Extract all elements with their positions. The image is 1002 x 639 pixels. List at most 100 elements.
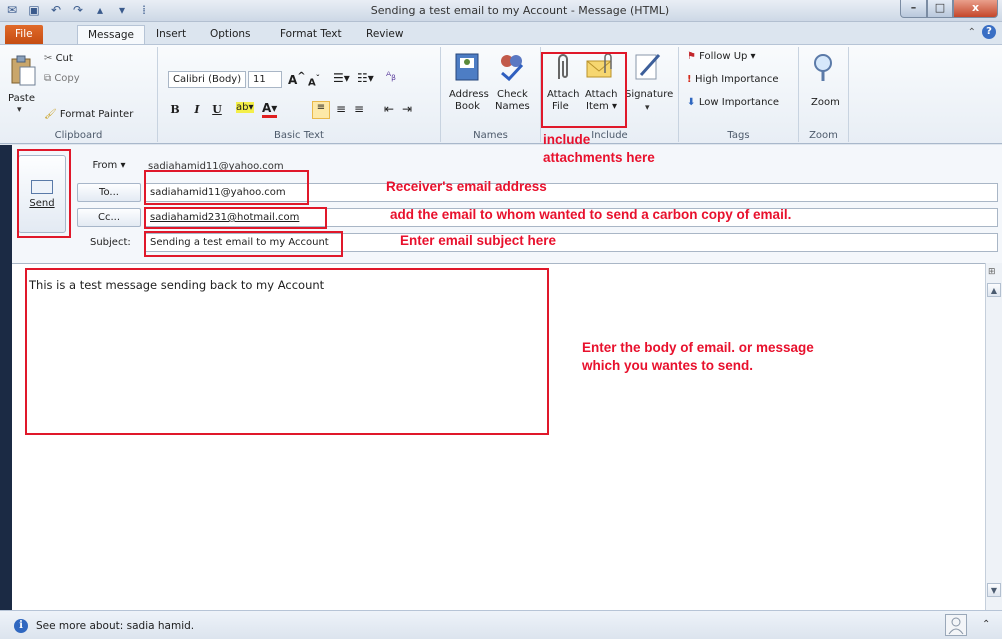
expand-people-pane-icon[interactable]: ⌃ bbox=[982, 619, 990, 630]
font-size-select[interactable]: 11 bbox=[248, 71, 282, 88]
tab-review[interactable]: Review bbox=[356, 25, 413, 44]
customize-qat-icon[interactable]: ⁞ bbox=[136, 2, 152, 18]
low-importance-button[interactable]: ⬇ Low Importance bbox=[687, 97, 779, 108]
follow-up-label: Follow Up ▾ bbox=[699, 51, 756, 62]
paste-icon bbox=[11, 55, 36, 86]
tab-format-text[interactable]: Format Text bbox=[270, 25, 352, 44]
people-pane-bar: i See more about: sadia hamid. ⌃ bbox=[0, 610, 1002, 639]
close-button[interactable]: x bbox=[953, 0, 998, 18]
check-names-button[interactable]: Check Names bbox=[491, 51, 535, 125]
names-group: Address Book Check Names Names bbox=[441, 47, 541, 142]
send-highlight-box bbox=[17, 149, 71, 238]
help-icon[interactable]: ? bbox=[982, 25, 996, 39]
zoom-group: Zoom Zoom bbox=[799, 47, 849, 142]
decrease-indent-icon[interactable]: ⇤ bbox=[384, 102, 394, 116]
align-left-icon[interactable]: ≡ bbox=[312, 101, 330, 119]
italic-button[interactable]: I bbox=[190, 101, 204, 119]
clear-formatting-icon[interactable]: ᴬᵦ bbox=[386, 69, 396, 83]
to-highlight-box bbox=[144, 170, 309, 205]
check-names-label-2: Names bbox=[495, 101, 530, 112]
check-names-label-1: Check bbox=[497, 89, 528, 100]
zoom-label: Zoom bbox=[811, 97, 840, 108]
clipboard-group-label: Clipboard bbox=[54, 130, 103, 141]
address-book-icon bbox=[455, 53, 479, 81]
cut-button[interactable]: ✂ Cut bbox=[44, 53, 73, 64]
numbering-icon[interactable]: ☷▾ bbox=[357, 71, 374, 85]
down-arrow-icon[interactable]: ▾ bbox=[114, 2, 130, 18]
info-icon: i bbox=[14, 619, 28, 633]
receiver-annotation: Receiver's email address bbox=[386, 179, 547, 194]
scroll-down-icon[interactable]: ▼ bbox=[987, 583, 1001, 597]
outlook-icon[interactable]: ✉ bbox=[4, 2, 20, 18]
underline-button[interactable]: U bbox=[210, 101, 224, 119]
save-icon[interactable]: ▣ bbox=[26, 2, 42, 18]
status-text[interactable]: See more about: sadia hamid. bbox=[36, 620, 194, 632]
signature-dropdown-icon[interactable]: ▾ bbox=[645, 103, 650, 113]
follow-up-button[interactable]: ⚑ Follow Up ▾ bbox=[687, 51, 756, 62]
paste-button[interactable]: Paste ▾ bbox=[6, 53, 40, 123]
align-right-icon[interactable]: ≡ bbox=[354, 102, 364, 116]
tab-options[interactable]: Options bbox=[200, 25, 261, 44]
highlight-icon[interactable]: ab▾ bbox=[236, 102, 254, 113]
down-arrow-blue-icon: ⬇ bbox=[687, 97, 699, 108]
subject-highlight-box bbox=[144, 231, 343, 257]
ribbon-tabs: File Message Insert Options Format Text … bbox=[0, 22, 1002, 44]
cut-label: Cut bbox=[55, 53, 73, 64]
paste-dropdown-icon[interactable]: ▾ bbox=[17, 105, 22, 115]
body-annotation-1: Enter the body of email. or message bbox=[582, 340, 814, 355]
tags-group: ⚑ Follow Up ▾ ! High Importance ⬇ Low Im… bbox=[679, 47, 799, 142]
font-name-select[interactable]: Calibri (Body) bbox=[168, 71, 246, 88]
cc-highlight-box bbox=[144, 207, 327, 229]
address-book-label-1: Address bbox=[449, 89, 489, 100]
copy-button[interactable]: ⧉ Copy bbox=[44, 73, 80, 84]
format-painter-label: Format Painter bbox=[59, 109, 134, 120]
to-button[interactable]: To... bbox=[77, 183, 141, 202]
cc-button[interactable]: Cc... bbox=[77, 208, 141, 227]
shrink-font-icon[interactable]: Aˇ bbox=[308, 73, 320, 88]
zoom-button[interactable]: Zoom bbox=[807, 51, 843, 125]
tags-group-label: Tags bbox=[727, 130, 750, 141]
include-annotation-2: attachments here bbox=[543, 150, 655, 165]
body-scrollbar[interactable]: ⊞ ▲ ▼ bbox=[985, 263, 1002, 610]
bold-button[interactable]: B bbox=[168, 101, 182, 119]
align-center-icon[interactable]: ≡ bbox=[336, 102, 346, 116]
include-annotation-1: include bbox=[543, 132, 591, 147]
copy-label: Copy bbox=[54, 73, 80, 84]
window-title: Sending a test email to my Account - Mes… bbox=[370, 4, 670, 17]
font-color-icon[interactable]: A▾ bbox=[262, 101, 278, 118]
signature-icon bbox=[635, 53, 661, 80]
signature-label: Signature bbox=[625, 89, 674, 100]
format-painter-button[interactable]: 🖌 Format Painter bbox=[44, 109, 133, 120]
ruler-icon[interactable]: ⊞ bbox=[988, 267, 996, 277]
tab-file[interactable]: File bbox=[5, 25, 43, 44]
address-book-label-2: Book bbox=[455, 101, 480, 112]
low-importance-label: Low Importance bbox=[698, 97, 780, 108]
undo-icon[interactable]: ↶ bbox=[48, 2, 64, 18]
redo-icon[interactable]: ↷ bbox=[70, 2, 86, 18]
tab-insert[interactable]: Insert bbox=[146, 25, 196, 44]
high-importance-button[interactable]: ! High Importance bbox=[687, 74, 779, 85]
ribbon: Paste ▾ ✂ Cut ⧉ Copy 🖌 Format Painter Cl… bbox=[0, 44, 1002, 144]
body-annotation-2: which you wantes to send. bbox=[582, 358, 754, 373]
tab-message[interactable]: Message bbox=[77, 25, 146, 44]
person-icon[interactable] bbox=[945, 614, 967, 636]
maximize-button[interactable]: □ bbox=[927, 0, 953, 18]
minimize-ribbon-icon[interactable]: ⌃ bbox=[968, 27, 976, 38]
up-arrow-icon[interactable]: ▴ bbox=[92, 2, 108, 18]
scroll-up-icon[interactable]: ▲ bbox=[987, 283, 1001, 297]
check-names-icon bbox=[501, 55, 524, 82]
grow-font-icon[interactable]: A^ bbox=[288, 71, 306, 87]
signature-button[interactable]: Signature ▾ bbox=[623, 51, 675, 125]
flag-icon: ⚑ bbox=[687, 51, 700, 62]
attach-highlight-box bbox=[541, 52, 627, 128]
bullets-icon[interactable]: ☰▾ bbox=[333, 71, 350, 85]
address-book-button[interactable]: Address Book bbox=[447, 51, 489, 125]
increase-indent-icon[interactable]: ⇥ bbox=[402, 102, 412, 116]
from-button[interactable]: From ▾ bbox=[77, 157, 141, 176]
minimize-button[interactable]: – bbox=[900, 0, 927, 18]
zoom-group-label: Zoom bbox=[809, 130, 838, 141]
body-highlight-box bbox=[25, 268, 549, 435]
copy-icon: ⧉ bbox=[44, 73, 55, 84]
high-importance-label: High Importance bbox=[695, 74, 779, 85]
clipboard-group: Paste ▾ ✂ Cut ⧉ Copy 🖌 Format Painter Cl… bbox=[0, 47, 158, 142]
